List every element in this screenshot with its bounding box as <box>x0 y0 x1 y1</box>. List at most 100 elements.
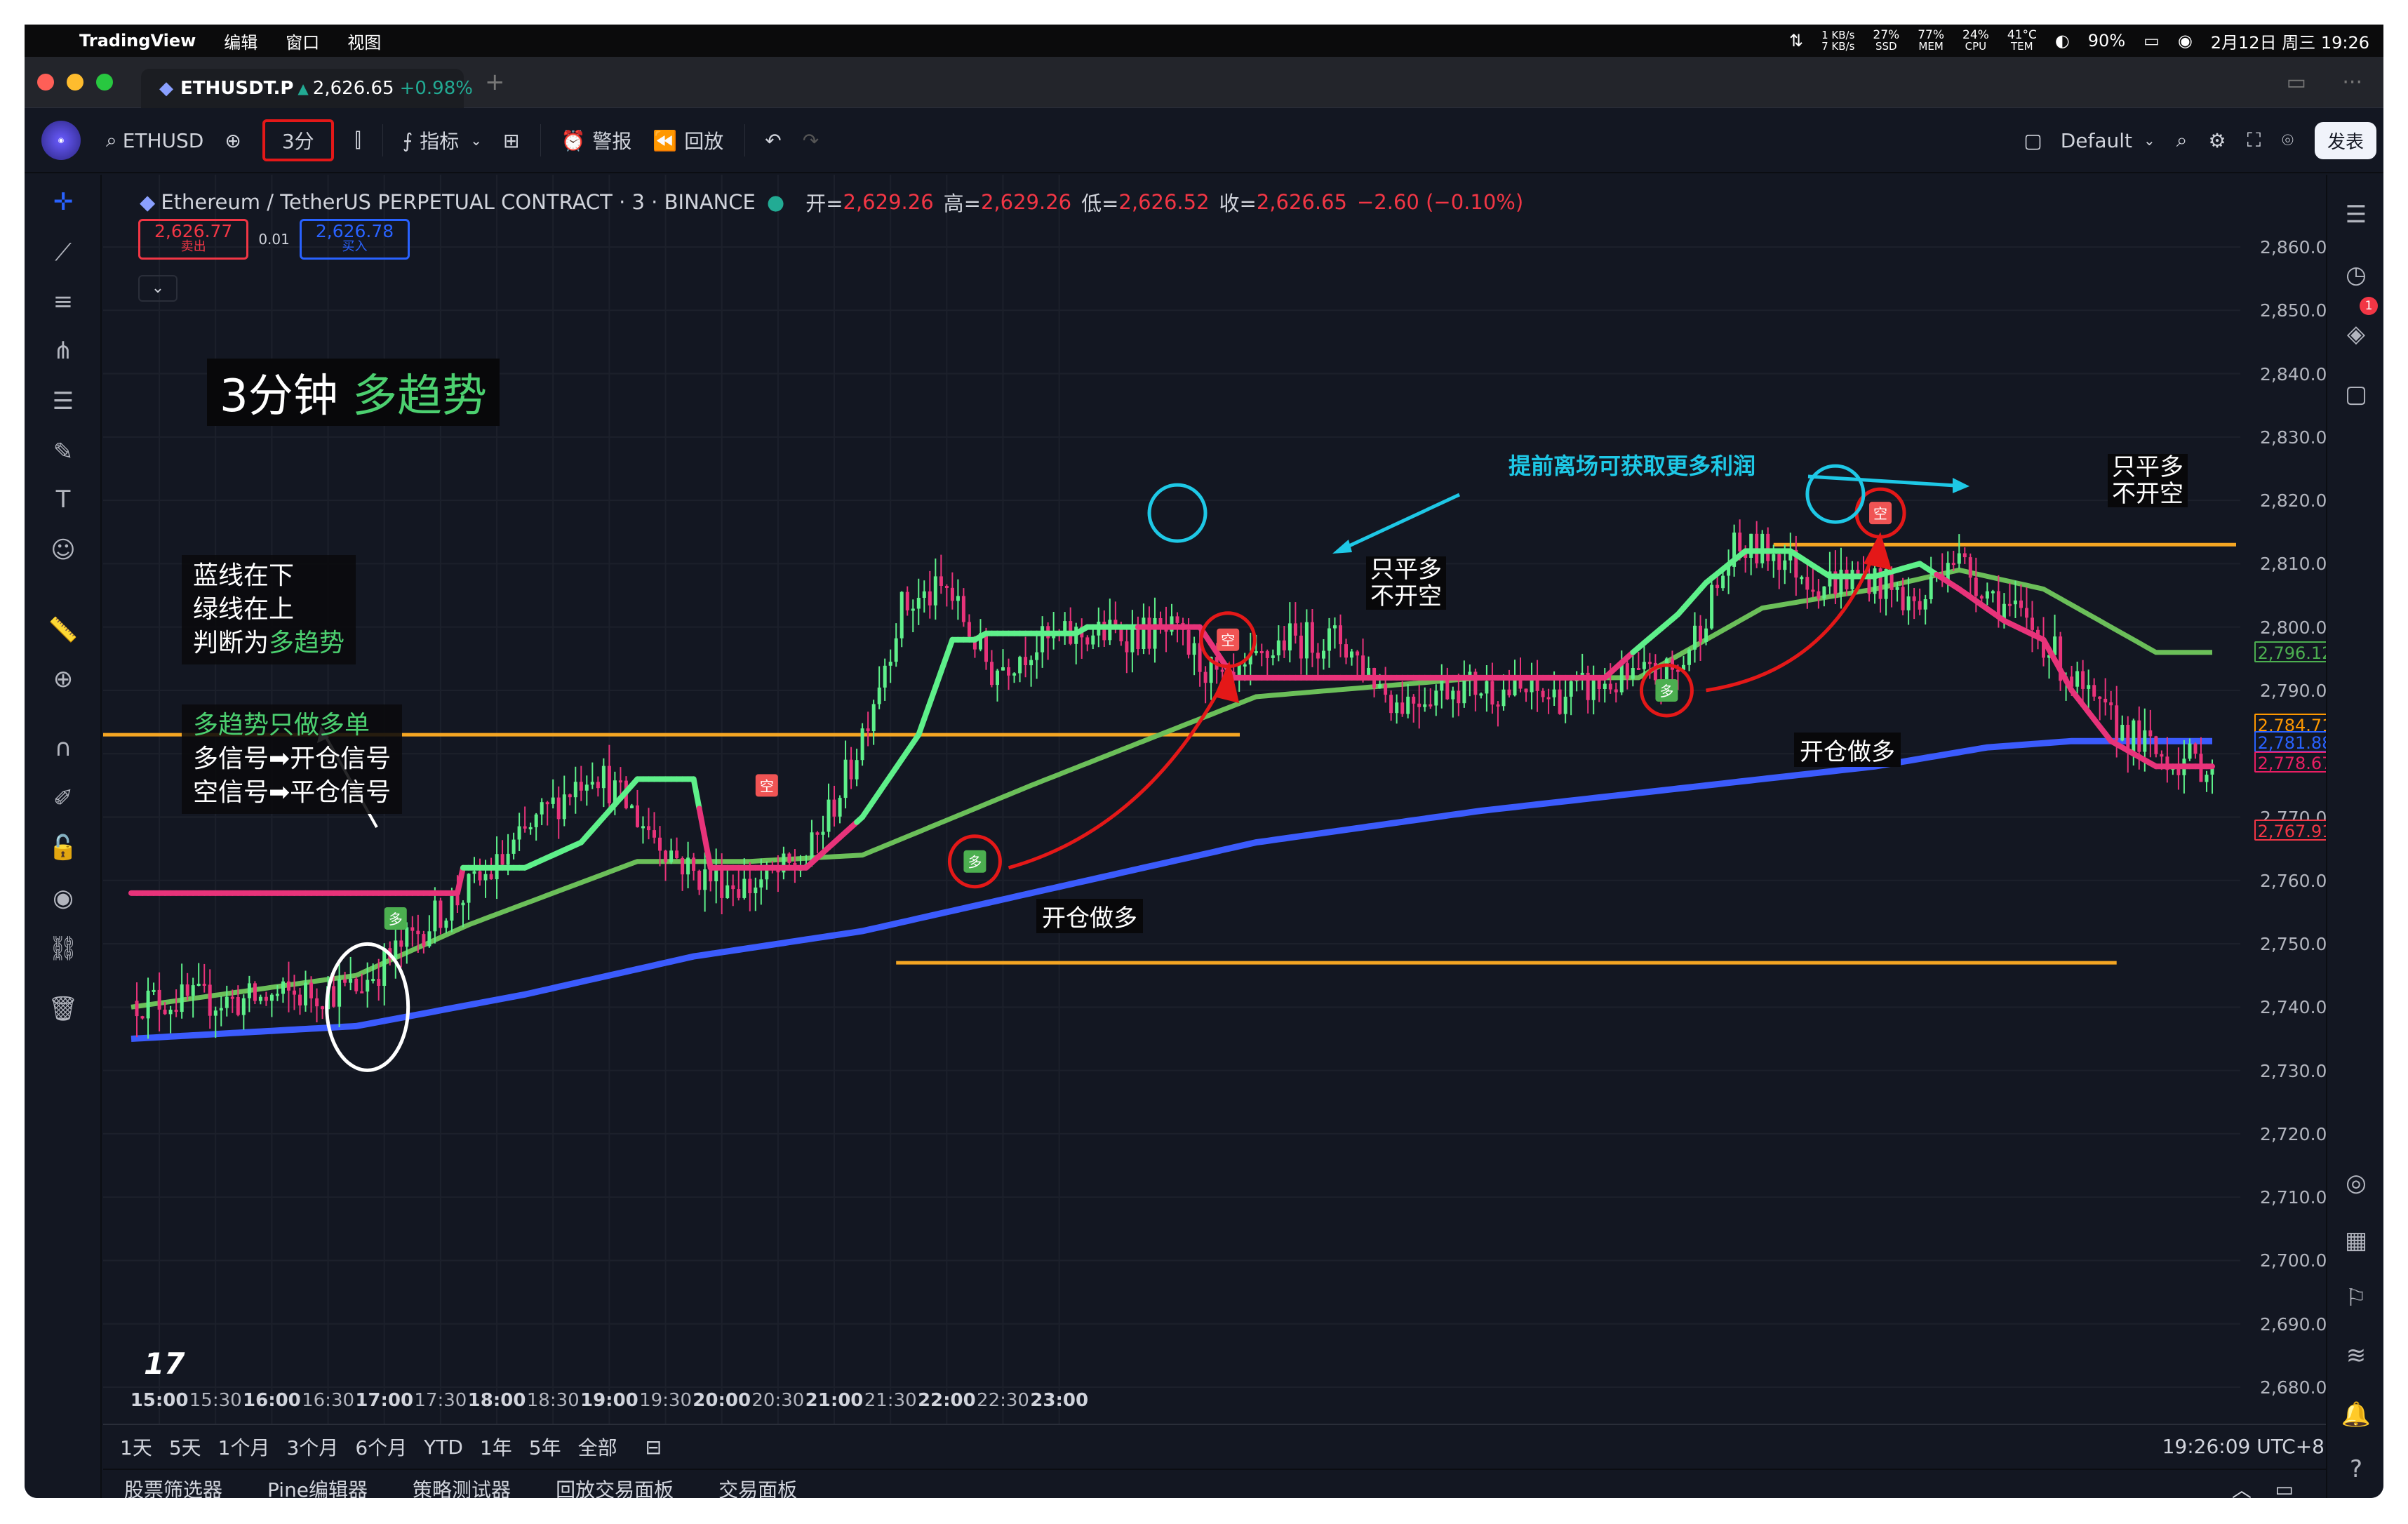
redo-button[interactable]: ↷ <box>803 129 819 152</box>
range-1m[interactable]: 1个月 <box>218 1433 270 1461</box>
chart-pane[interactable]: 多空多空多空 2,860.00 2,850.00 2,840.00 2,830.00 2… <box>103 175 2339 1424</box>
candle-body <box>332 986 336 1007</box>
eye-icon[interactable]: ◉ <box>46 881 81 916</box>
undo-button[interactable]: ↶ <box>765 129 781 152</box>
horizontal-lines-icon[interactable]: ≡ <box>46 284 81 319</box>
minimize-window-button[interactable] <box>67 74 83 91</box>
text-icon[interactable]: T <box>46 482 81 517</box>
range-6m[interactable]: 6个月 <box>355 1433 407 1461</box>
chat-icon[interactable]: ▢ <box>2337 375 2375 413</box>
tradingview-logo[interactable]: 17 <box>144 1346 185 1381</box>
chevron-up-icon[interactable]: ︿ <box>2232 1475 2252 1498</box>
trash-icon[interactable]: 🗑 <box>46 991 81 1027</box>
maximize-panel-icon[interactable]: ▭ <box>2275 1478 2294 1499</box>
zoom-in-icon[interactable]: ⊕ <box>46 662 81 697</box>
legend-collapse-button[interactable]: ⌄ <box>138 275 178 302</box>
alert-button[interactable]: ⏰ 警报 <box>561 126 631 154</box>
range-all[interactable]: 全部 <box>578 1433 617 1461</box>
tab-screener[interactable]: 股票筛选器 <box>124 1475 222 1498</box>
order-quantity[interactable]: 0.01 <box>258 231 290 248</box>
timezone-clock[interactable]: 19:26:09 UTC+8 <box>2162 1435 2325 1458</box>
ruler-icon[interactable]: 📏 <box>46 613 81 648</box>
tab-pine-editor[interactable]: Pine编辑器 <box>267 1475 368 1498</box>
user-avatar[interactable]: ◉ <box>41 121 81 160</box>
watchlist-icon[interactable]: ☰ <box>2337 196 2375 234</box>
candle-body <box>653 830 656 838</box>
alerts-clock-icon[interactable]: ◷ <box>2337 256 2375 294</box>
crosshair-icon[interactable]: ✛ <box>46 185 81 220</box>
goto-date-icon[interactable]: ⊟ <box>646 1436 662 1459</box>
candle-body <box>551 797 555 804</box>
magnet-icon[interactable]: ∩ <box>46 730 81 766</box>
legend-high-label: 高= <box>943 192 981 215</box>
candle-body <box>754 887 758 893</box>
layout-icon[interactable]: ▭ <box>2287 70 2306 95</box>
pitchfork-icon[interactable]: ⋔ <box>46 333 81 368</box>
ideas-icon[interactable]: ⚐ <box>2337 1279 2375 1317</box>
lock-drawing-icon[interactable]: ✐ <box>46 781 81 816</box>
quick-search-button[interactable]: ⌕ <box>2176 128 2188 152</box>
tab-replay-trading[interactable]: 回放交易面板 <box>556 1475 674 1498</box>
new-tab-button[interactable]: + <box>485 68 505 96</box>
candle-body <box>517 826 521 840</box>
tab-trading-panel[interactable]: 交易面板 <box>718 1475 797 1498</box>
control-center-icon[interactable]: ◉ <box>2178 31 2193 51</box>
fullscreen-button[interactable]: ⛶ <box>2247 128 2261 152</box>
symbol-search-button[interactable]: ⌕ ETHUSD <box>106 128 203 152</box>
price-axis[interactable]: 2,860.00 2,850.00 2,840.00 2,830.00 2,820.00… <box>2240 175 2339 1424</box>
settings-button[interactable]: ⚙ <box>2208 129 2226 152</box>
compare-button[interactable]: ⊕ <box>225 129 241 152</box>
range-1d[interactable]: 1天 <box>120 1433 152 1461</box>
close-window-button[interactable] <box>37 74 54 91</box>
layers-icon[interactable]: ◈ <box>2337 315 2375 353</box>
legend-symbol-name[interactable]: Ethereum / TetherUS PERPETUAL CONTRACT ·… <box>161 190 756 214</box>
snapshot-button[interactable]: ⌾ <box>2282 128 2294 152</box>
chart-type-button[interactable]: ⫿ <box>355 128 361 152</box>
trendline-icon[interactable]: ⟋ <box>46 235 81 270</box>
candle-body <box>225 996 229 1008</box>
indicators-button[interactable]: ⨍ 指标 ⌄ <box>403 126 482 154</box>
brush-icon[interactable]: ✎ <box>46 434 81 469</box>
link-icon[interactable]: ⛓ <box>46 931 81 966</box>
candle-body <box>967 622 971 637</box>
range-1y[interactable]: 1年 <box>480 1433 512 1461</box>
buy-button[interactable]: 2,626.78 买入 <box>299 219 410 260</box>
candle-body <box>1817 591 1821 599</box>
sync-icon[interactable]: ◐ <box>2055 31 2070 51</box>
sell-button[interactable]: 2,626.77 卖出 <box>138 219 249 260</box>
candle-body <box>1631 668 1635 679</box>
menu-view[interactable]: 视图 <box>347 29 381 53</box>
calendar-icon[interactable]: ▦ <box>2337 1222 2375 1259</box>
more-icon[interactable]: ··· <box>2342 70 2362 95</box>
chart-tab[interactable]: ◆ ETHUSDT.P ▲ 2,626.65 +0.98% <box>141 68 473 108</box>
clock[interactable]: 2月12日 周三 19:26 <box>2211 29 2369 53</box>
battery-icon[interactable]: ▭ <box>2143 31 2160 51</box>
bell-icon[interactable]: 🔔 <box>2337 1396 2375 1433</box>
time-axis[interactable]: 15:00 15:30 16:00 16:30 17:00 17:30 18:00 18:30… <box>103 1390 2162 1422</box>
toolbar-divider <box>744 124 746 156</box>
fib-icon[interactable]: ☰ <box>46 384 81 419</box>
tab-strategy-tester[interactable]: 策略测试器 <box>413 1475 511 1498</box>
range-5y[interactable]: 5年 <box>529 1433 561 1461</box>
help-icon[interactable]: ? <box>2337 1450 2375 1488</box>
menu-window[interactable]: 窗口 <box>286 29 319 53</box>
layout-select[interactable]: ▢ Default ⌄ <box>2024 129 2155 152</box>
candle-body <box>410 927 415 931</box>
publish-button[interactable]: 发表 <box>2314 121 2376 159</box>
streams-icon[interactable]: ≋ <box>2337 1337 2375 1375</box>
interval-button[interactable]: 3分 <box>262 119 334 161</box>
menu-edit[interactable]: 编辑 <box>224 29 257 53</box>
candle-body <box>1322 650 1325 659</box>
candle-body <box>264 996 268 1001</box>
candle-body <box>2205 775 2209 782</box>
lock-icon[interactable]: 🔓 <box>46 830 81 865</box>
range-5d[interactable]: 5天 <box>169 1433 201 1461</box>
range-ytd[interactable]: YTD <box>424 1436 463 1459</box>
emoji-icon[interactable]: ☺ <box>46 533 81 568</box>
templates-button[interactable]: ⊞ <box>503 129 519 152</box>
zoom-window-button[interactable] <box>96 74 113 91</box>
range-3m[interactable]: 3个月 <box>286 1433 338 1461</box>
app-menu[interactable]: TradingView <box>79 31 196 51</box>
target-icon[interactable]: ◎ <box>2337 1164 2375 1202</box>
replay-button[interactable]: ⏪ 回放 <box>653 126 723 154</box>
